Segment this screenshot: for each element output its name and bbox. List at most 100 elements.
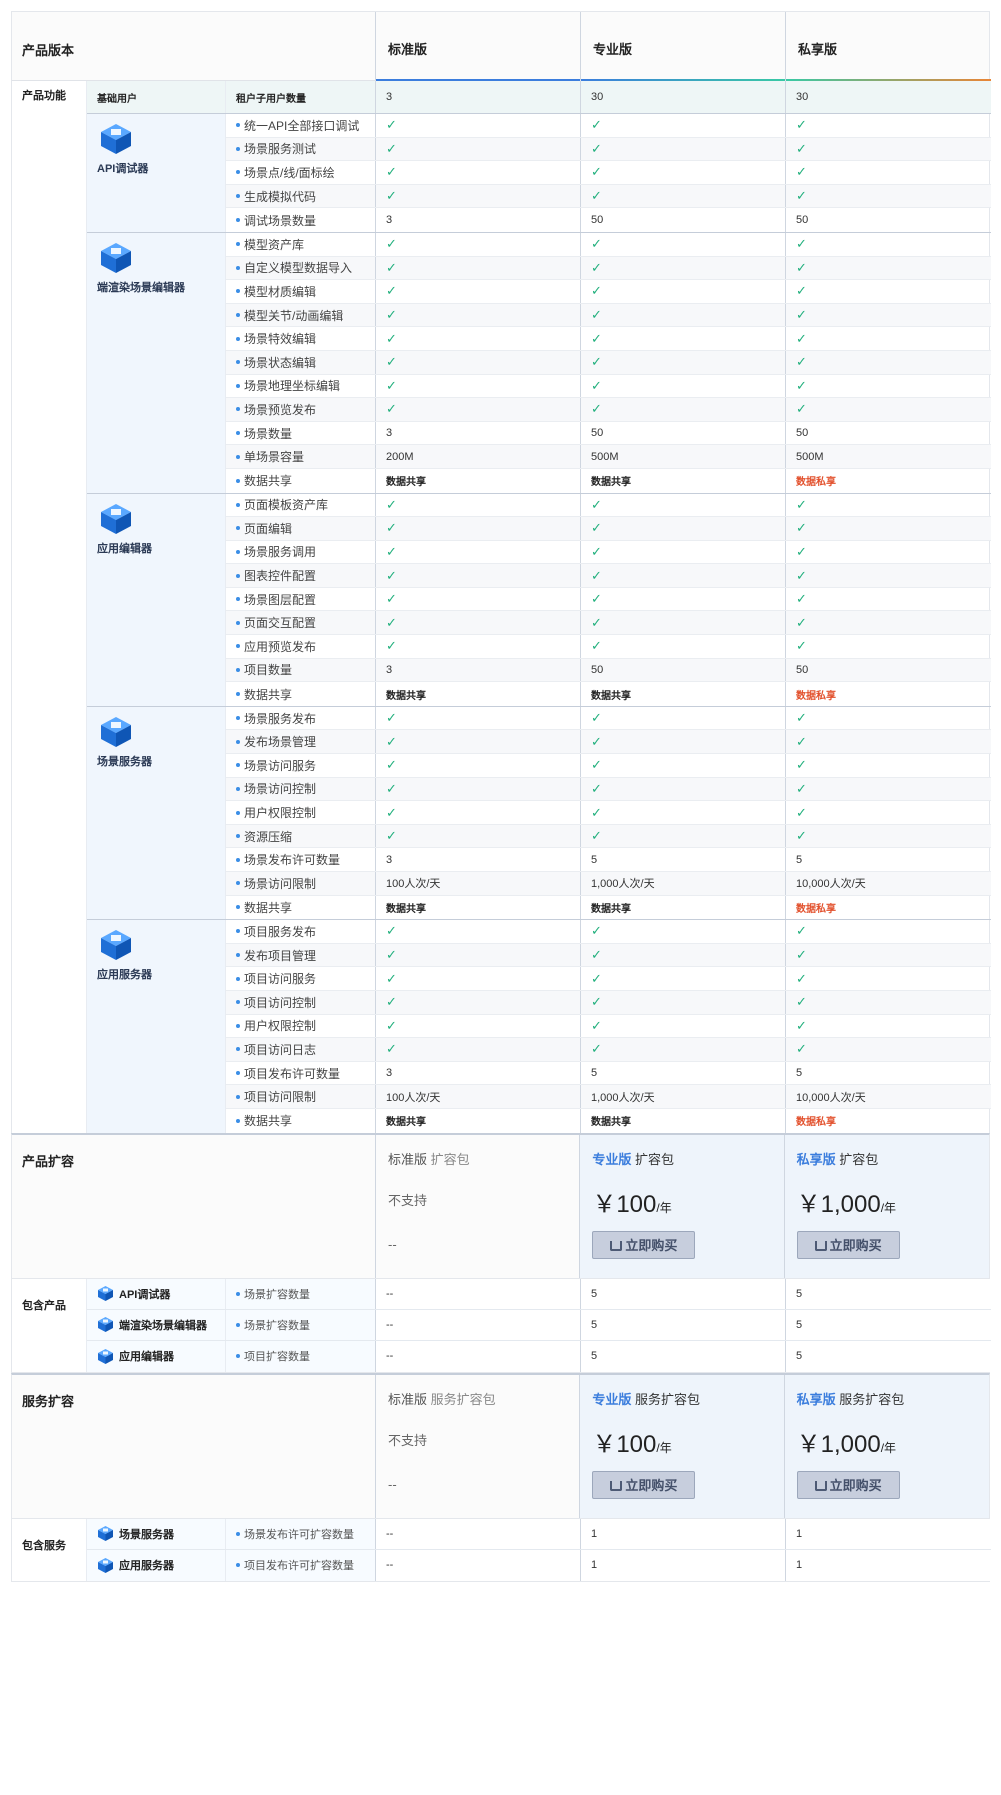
feature-cell: ✓ <box>376 1014 581 1038</box>
feature-cell: 数据共享 <box>581 895 786 920</box>
check-icon: ✓ <box>796 401 807 417</box>
feature-item: 场景访问限制 <box>226 872 376 895</box>
check-icon: ✓ <box>591 567 602 583</box>
feature-cell: ✓ <box>581 706 786 730</box>
feature-cell: ✓ <box>581 493 786 517</box>
check-icon: ✓ <box>591 377 602 393</box>
check-icon: ✓ <box>796 140 807 156</box>
product-ext-pro-unit: /年 <box>656 1200 672 1215</box>
product-ext-std: 标准版 扩容包 不支持 -- <box>376 1134 581 1278</box>
feature-cell: ✓ <box>581 564 786 587</box>
feature-item: 项目访问控制 <box>226 990 376 1014</box>
product-ext-pro-buy-button[interactable]: 立即购买 <box>592 1230 696 1259</box>
product-include-section: 包含产品 API调试器 场景扩容数量 -- 5 5 端渲染场景编辑器 场景扩容数量 -- 5 5 应… <box>11 1278 991 1373</box>
service-include-rows: 场景服务器 场景发布许可扩容数量 -- 1 1 应用服务器 项目发布许可扩容数量 -- 1 1 <box>87 1518 991 1581</box>
check-icon: ✓ <box>591 354 602 370</box>
service-ext-pri-buy-button[interactable]: 立即购买 <box>796 1470 900 1499</box>
feature-cell: 数据共享 <box>376 682 581 706</box>
check-icon: ✓ <box>386 1041 397 1057</box>
check-icon: ✓ <box>591 1041 602 1057</box>
check-icon: ✓ <box>591 401 602 417</box>
include-value: 5 <box>581 1340 786 1372</box>
feature-item: 用户权限控制 <box>226 801 376 824</box>
check-icon: ✓ <box>796 638 807 654</box>
feature-cell: 50 <box>581 208 786 232</box>
include-value: -- <box>376 1549 581 1581</box>
include-product: API调试器 <box>87 1278 226 1309</box>
service-ext-pro-buy-button[interactable]: 立即购买 <box>592 1470 696 1499</box>
include-value: 5 <box>786 1340 991 1372</box>
check-icon: ✓ <box>386 710 397 726</box>
feature-cell: ✓ <box>581 754 786 777</box>
feature-group-name: API调试器 <box>97 163 149 175</box>
feature-cell: ✓ <box>581 777 786 801</box>
feature-cell: ✓ <box>376 1038 581 1061</box>
feature-cell: ✓ <box>376 398 581 421</box>
feature-cell: ✓ <box>786 375 991 398</box>
service-ext-std-dash: -- <box>388 1476 397 1492</box>
feature-value: 50 <box>796 663 809 676</box>
product-ext-pri: 私享版 扩容包 ￥1,000/年 立即购买 <box>784 1134 989 1278</box>
feature-cell: 数据私享 <box>786 1109 991 1133</box>
app-server-icon <box>99 928 133 962</box>
feature-cell: ✓ <box>581 517 786 540</box>
scene-server-icon <box>99 715 133 749</box>
feature-cell: ✓ <box>581 137 786 161</box>
feature-cell: 5 <box>581 848 786 871</box>
check-icon: ✓ <box>796 733 807 749</box>
feature-value: 10,000人次/天 <box>796 1091 866 1104</box>
check-icon: ✓ <box>386 543 397 559</box>
feature-group: 场景服务器 场景服务发布 ✓ ✓ ✓ 发布场景管理 ✓ ✓ ✓ 场景访问服务 ✓ ✓ ✓ 场景访问控制 ✓ ✓… <box>87 705 991 920</box>
feature-value: 3 <box>386 427 393 440</box>
feature-cell: ✓ <box>786 754 991 777</box>
feature-row: 场景点/线/面标绘 ✓ ✓ ✓ <box>226 161 991 185</box>
feature-cell: ✓ <box>581 327 786 350</box>
feature-group-header: 端渲染场景编辑器 <box>87 232 226 493</box>
feature-cell: ✓ <box>786 1015 991 1038</box>
feature-cell: ✓ <box>786 398 991 421</box>
feature-row: 页面交互配置 ✓ ✓ ✓ <box>226 611 991 636</box>
check-icon: ✓ <box>591 520 602 536</box>
feature-cell: 3 <box>376 208 581 232</box>
feature-group-header: 应用服务器 <box>87 920 226 1133</box>
check-icon: ✓ <box>386 401 397 417</box>
base-group-name: 基础用户 <box>87 81 226 113</box>
service-ext-pro-name: 专业版 <box>592 1391 632 1407</box>
feature-value: 数据共享 <box>386 903 426 915</box>
include-value: 1 <box>581 1549 786 1581</box>
feature-cell: ✓ <box>581 1038 786 1061</box>
cart-icon <box>610 1480 623 1491</box>
feature-cell: ✓ <box>786 494 991 517</box>
check-icon: ✓ <box>591 828 602 844</box>
product-ext-label: 产品扩容 <box>12 1134 376 1278</box>
feature-cell: ✓ <box>376 303 581 327</box>
check-icon: ✓ <box>796 591 807 607</box>
feature-item: 场景预览发布 <box>226 398 376 421</box>
feature-cell: 50 <box>786 422 991 445</box>
check-icon: ✓ <box>591 638 602 654</box>
check-icon: ✓ <box>796 236 807 252</box>
check-icon: ✓ <box>386 259 397 275</box>
feature-value: 3 <box>386 853 393 866</box>
feature-cell: 1,000人次/天 <box>581 1085 786 1108</box>
check-icon: ✓ <box>591 283 602 299</box>
feature-row: 项目访问服务 ✓ ✓ ✓ <box>226 967 991 991</box>
check-icon: ✓ <box>796 1017 807 1033</box>
include-item: 项目扩容数量 <box>226 1340 376 1372</box>
feature-row: 单场景容量 200M 500M 500M <box>226 445 991 469</box>
feature-group-header: API调试器 <box>87 114 226 232</box>
feature-cell: ✓ <box>581 587 786 611</box>
product-ext-pri-buy-button[interactable]: 立即购买 <box>796 1230 900 1259</box>
cart-icon <box>814 1480 827 1491</box>
check-icon: ✓ <box>386 923 397 939</box>
feature-cell: ✓ <box>581 161 786 184</box>
feature-row: 数据共享 数据共享 数据共享 数据私享 <box>226 468 991 493</box>
check-icon: ✓ <box>591 804 602 820</box>
feature-row: 模型关节/动画编辑 ✓ ✓ ✓ <box>226 303 991 328</box>
feature-cell: ✓ <box>376 635 581 658</box>
feature-value: 数据共享 <box>591 477 631 489</box>
check-icon: ✓ <box>796 330 807 346</box>
include-item: 项目发布许可扩容数量 <box>226 1549 376 1581</box>
feature-item: 生成模拟代码 <box>226 184 376 208</box>
feature-row: 场景发布许可数量 3 5 5 <box>226 848 991 872</box>
